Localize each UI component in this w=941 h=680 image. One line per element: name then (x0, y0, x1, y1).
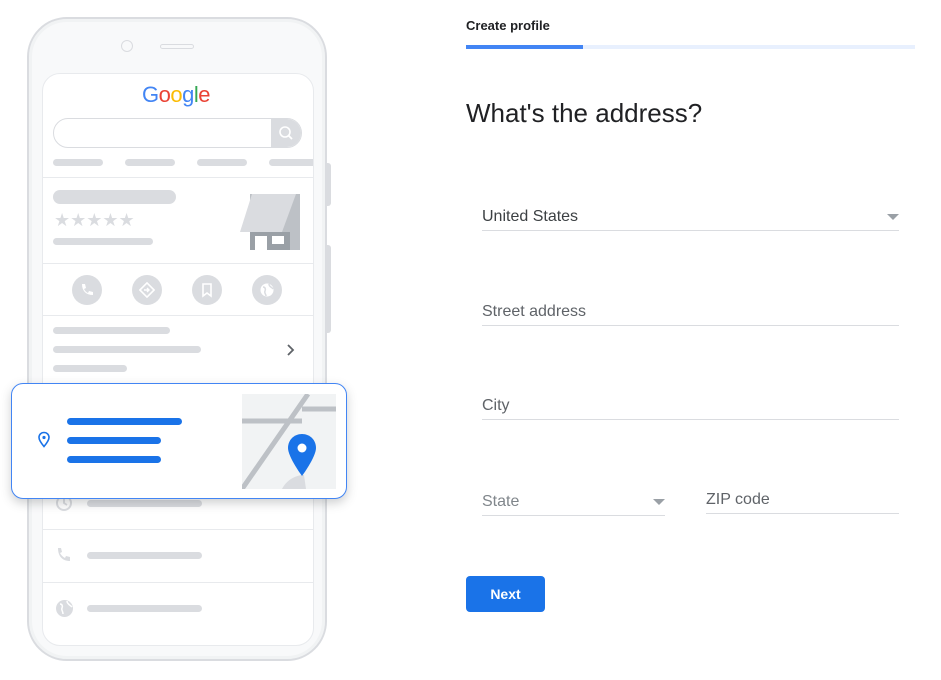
text-placeholder (53, 346, 201, 353)
dropdown-arrow-icon (887, 214, 899, 220)
state-select[interactable]: State (482, 481, 665, 516)
storefront-icon (240, 194, 300, 250)
zip-code-input[interactable]: ZIP code (706, 480, 899, 514)
state-placeholder: State (482, 493, 520, 510)
city-placeholder: City (482, 397, 510, 414)
country-value: United States (482, 208, 579, 225)
step-label: Create profile (466, 18, 550, 33)
phone-side-button (326, 163, 331, 206)
bookmark-icon (192, 275, 222, 305)
text-placeholder (53, 238, 153, 245)
globe-icon (252, 275, 282, 305)
chip-placeholder (53, 159, 103, 166)
chevron-right-icon (287, 344, 295, 356)
map-thumbnail (242, 394, 336, 489)
chip-placeholder (197, 159, 247, 166)
text-placeholder (87, 605, 202, 612)
speaker (160, 44, 194, 49)
text-placeholder (87, 500, 202, 507)
address-line (67, 456, 161, 463)
city-input[interactable]: City (482, 386, 899, 420)
address-line (67, 437, 161, 444)
globe-icon (56, 600, 73, 617)
page-title: What's the address? (466, 98, 703, 128)
zip-code-placeholder: ZIP code (706, 491, 770, 508)
progress-bar (466, 45, 915, 49)
title-placeholder (53, 190, 176, 204)
street-address-input[interactable]: Street address (482, 292, 899, 326)
chip-placeholder (125, 159, 175, 166)
directions-icon (132, 275, 162, 305)
search-icon (271, 119, 301, 147)
street-address-placeholder: Street address (482, 303, 587, 320)
mock-search-bar (53, 118, 302, 148)
camera-icon (121, 40, 133, 52)
star-rating-icon: ★★★★★ (54, 210, 135, 230)
divider (42, 582, 313, 583)
country-select[interactable]: United States (482, 196, 899, 231)
divider (42, 177, 313, 178)
dropdown-arrow-icon (653, 499, 665, 505)
next-button[interactable]: Next (466, 576, 545, 612)
progress-fill (466, 45, 583, 49)
address-line (67, 418, 182, 425)
divider (42, 315, 313, 316)
location-pin-icon (38, 431, 50, 448)
divider (42, 529, 313, 530)
phone-illustration: Google ★★★★★ (0, 0, 350, 680)
google-logo: Google (142, 82, 211, 107)
address-card (11, 383, 347, 499)
text-placeholder (87, 552, 202, 559)
chip-placeholder (269, 159, 313, 166)
divider (42, 263, 313, 264)
phone-side-button (326, 245, 331, 333)
text-placeholder (53, 365, 127, 372)
phone-icon (58, 548, 70, 561)
phone-icon (72, 275, 102, 305)
text-placeholder (53, 327, 170, 334)
